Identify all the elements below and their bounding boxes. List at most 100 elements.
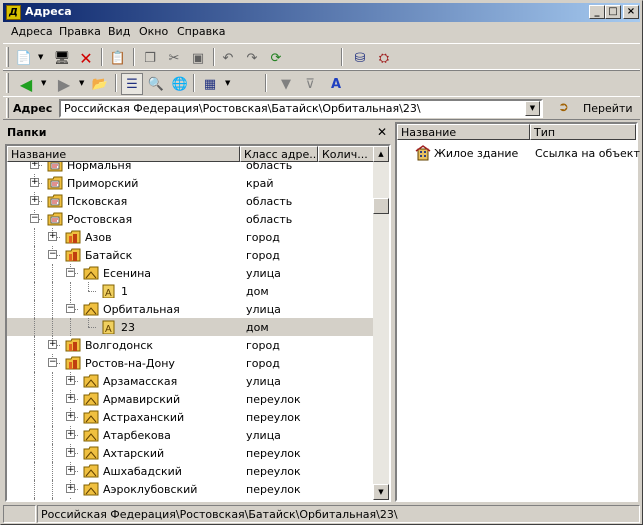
- undo-icon[interactable]: ↶: [217, 47, 239, 69]
- tree-row[interactable]: + Псковская область: [7, 192, 374, 210]
- toolbar-grip[interactable]: [6, 98, 9, 118]
- collapse-icon[interactable]: −: [48, 358, 57, 367]
- collapse-icon[interactable]: −: [48, 250, 57, 259]
- redo-icon[interactable]: ↷: [241, 47, 263, 69]
- tree-row[interactable]: − Ростов-на-Дону город: [7, 354, 374, 372]
- folder-up-icon[interactable]: 📂: [89, 73, 111, 95]
- cut-icon[interactable]: ✂: [163, 47, 185, 69]
- column-header-name[interactable]: Название: [397, 124, 530, 140]
- tree-row[interactable]: +Аэрофлотскийпереулок: [7, 498, 374, 500]
- expand-icon[interactable]: +: [66, 394, 75, 403]
- network-icon[interactable]: ⛁: [349, 47, 371, 69]
- go-button[interactable]: ➲ Перейти: [554, 99, 634, 118]
- new-icon[interactable]: 📄: [13, 47, 35, 69]
- new-dropdown-icon[interactable]: ▼: [38, 53, 43, 61]
- tree-row[interactable]: + Аэроклубовский переулок: [7, 480, 374, 498]
- tree-row[interactable]: A 23 дом: [7, 318, 374, 336]
- clear-filter-icon[interactable]: ⊽: [299, 73, 321, 95]
- expand-icon[interactable]: +: [66, 376, 75, 385]
- toolbar-edit: 📄 ▼ 🖥 ✕ 📋 ❐ ✂ ▣ ↶ ↷ ⟳ ⛁ ⛭: [3, 43, 640, 71]
- tree-row[interactable]: + Ашхабадский переулок: [7, 462, 374, 480]
- copy-icon[interactable]: ❐: [139, 47, 161, 69]
- collapse-icon[interactable]: −: [66, 268, 75, 277]
- expand-icon[interactable]: +: [66, 484, 75, 493]
- back-dropdown-icon[interactable]: ▼: [41, 79, 46, 87]
- view-mode-icon[interactable]: ▦: [199, 73, 221, 95]
- expand-icon[interactable]: +: [30, 196, 39, 205]
- folders-icon[interactable]: ☰: [121, 73, 143, 95]
- tree-row[interactable]: + Ахтарский переулок: [7, 444, 374, 462]
- view-dropdown-icon[interactable]: ▼: [225, 79, 230, 87]
- tree-row[interactable]: − Есенина улица: [7, 264, 374, 282]
- toolbar-navigation: ◀ ▼ ▶ ▼ 📂 ☰ 🔍 🌐 ▦ ▼ ▼ ⊽ A: [3, 69, 640, 97]
- address-bar: Адрес Российская Федерация\Ростовская\Ба…: [3, 96, 640, 120]
- tree-row[interactable]: + Волгодонск город: [7, 336, 374, 354]
- tree-row[interactable]: − Орбитальная улица: [7, 300, 374, 318]
- column-header-count[interactable]: Колич...: [318, 146, 374, 162]
- menu-view[interactable]: Вид: [108, 25, 130, 38]
- vertical-scrollbar[interactable]: ▲ ▼: [373, 146, 389, 500]
- separator: [213, 48, 215, 66]
- tree-row-class: переулок: [246, 447, 301, 460]
- properties-icon[interactable]: 🖥: [51, 47, 73, 69]
- tree-row-name: Нормальня: [67, 162, 132, 172]
- document-icon[interactable]: 📋: [107, 47, 129, 69]
- close-window-button[interactable]: ×: [623, 5, 639, 19]
- paste-icon[interactable]: ▣: [187, 47, 209, 69]
- forward-dropdown-icon[interactable]: ▼: [79, 79, 84, 87]
- address-input[interactable]: Российская Федерация\Ростовская\Батайск\…: [59, 99, 543, 118]
- search-icon[interactable]: 🔍: [145, 73, 167, 95]
- expand-icon[interactable]: +: [66, 466, 75, 475]
- tree-row[interactable]: + Азов город: [7, 228, 374, 246]
- expand-icon[interactable]: +: [48, 232, 57, 241]
- expand-icon[interactable]: +: [66, 412, 75, 421]
- column-header-type[interactable]: Тип: [530, 124, 636, 140]
- collapse-icon[interactable]: −: [66, 304, 75, 313]
- contents-panel[interactable]: Название Тип Жилое здание Ссылка на объе…: [395, 122, 640, 502]
- globe-icon[interactable]: 🌐: [169, 73, 191, 95]
- filter-icon[interactable]: ▼: [275, 73, 297, 95]
- toolbar-grip[interactable]: [6, 73, 9, 93]
- tree-row[interactable]: + Нормальня область: [7, 162, 374, 174]
- tree-row[interactable]: + Арзамасская улица: [7, 372, 374, 390]
- folder-tree[interactable]: Название Класс адре... Колич... + Нормаль…: [5, 144, 391, 502]
- scroll-down-icon[interactable]: ▼: [373, 484, 389, 500]
- tree-row[interactable]: + Атарбекова улица: [7, 426, 374, 444]
- refresh-icon[interactable]: ⟳: [265, 47, 287, 69]
- scroll-up-icon[interactable]: ▲: [373, 146, 389, 162]
- street-folder-icon: [83, 482, 99, 496]
- expand-icon[interactable]: +: [66, 430, 75, 439]
- users-icon[interactable]: ⛭: [373, 47, 395, 69]
- toolbar-grip[interactable]: [6, 47, 9, 67]
- menu-help[interactable]: Справка: [177, 25, 225, 38]
- tree-row[interactable]: + Приморский край: [7, 174, 374, 192]
- tree-row[interactable]: + Армавирский переулок: [7, 390, 374, 408]
- tree-row-class: город: [246, 339, 280, 352]
- expand-icon[interactable]: +: [48, 340, 57, 349]
- expand-icon[interactable]: +: [66, 448, 75, 457]
- menu-edit[interactable]: Правка: [59, 25, 101, 38]
- collapse-icon[interactable]: −: [30, 214, 39, 223]
- tree-row[interactable]: + Астраханский переулок: [7, 408, 374, 426]
- tree-row[interactable]: − Ростовская область: [7, 210, 374, 228]
- address-value: Российская Федерация\Ростовская\Батайск\…: [64, 102, 421, 115]
- forward-icon[interactable]: ▶: [53, 73, 75, 95]
- sort-icon[interactable]: A: [325, 73, 347, 95]
- scroll-thumb[interactable]: [373, 198, 389, 214]
- expand-icon[interactable]: +: [30, 178, 39, 187]
- expand-icon[interactable]: +: [30, 162, 39, 169]
- object-name[interactable]: Жилое здание: [434, 147, 518, 160]
- menu-addresses[interactable]: Адреса: [11, 25, 53, 38]
- menu-window[interactable]: Окно: [139, 25, 168, 38]
- column-header-name[interactable]: Название: [7, 146, 240, 162]
- region-folder-icon: [47, 162, 63, 172]
- close-panel-icon[interactable]: ✕: [377, 125, 387, 139]
- column-header-class[interactable]: Класс адре...: [240, 146, 318, 162]
- minimize-button[interactable]: _: [589, 5, 605, 19]
- tree-row[interactable]: A 1 дом: [7, 282, 374, 300]
- back-icon[interactable]: ◀: [15, 73, 37, 95]
- maximize-button[interactable]: □: [605, 5, 621, 19]
- tree-row[interactable]: − Батайск город: [7, 246, 374, 264]
- address-dropdown-icon[interactable]: ▼: [525, 101, 540, 116]
- delete-icon[interactable]: ✕: [75, 47, 97, 69]
